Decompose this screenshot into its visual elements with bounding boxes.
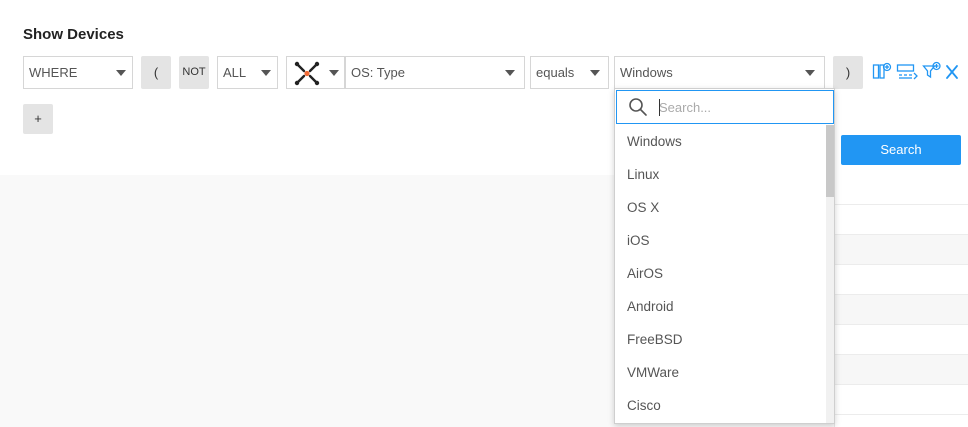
all-select[interactable]: ALL [217,56,278,89]
dropdown-option[interactable]: FreeBSD [615,323,826,356]
text-cursor [659,99,660,116]
where-select[interactable]: WHERE [23,56,133,89]
search-icon [629,98,647,116]
dropdown-option[interactable]: VMWare [615,356,826,389]
dropdown-options: Windows Linux OS X iOS AirOS Android Fre… [615,125,826,422]
dropdown-scrollbar[interactable] [826,125,834,423]
adapter-select[interactable] [286,56,345,89]
field-select-value: OS: Type [351,65,405,80]
search-placeholder: Search... [659,100,712,115]
results-table-edge [834,175,968,427]
all-select-value: ALL [223,65,247,80]
search-button[interactable]: Search [841,135,961,165]
page-title: Show Devices [23,26,124,43]
close-paren-button[interactable]: ) [833,56,863,89]
chevron-down-icon [329,70,339,76]
where-select-value: WHERE [29,65,78,80]
dropdown-search-input[interactable]: Search... [616,90,834,124]
chevron-down-icon [805,70,815,76]
dropdown-option[interactable]: Windows [615,125,826,158]
add-filter-icon[interactable] [922,61,942,86]
dropdown-option[interactable]: Linux [615,158,826,191]
nested-expression-icon[interactable] [896,61,918,86]
dropdown-option[interactable]: iOS [615,224,826,257]
open-paren-button[interactable]: ( [141,56,171,89]
operator-select-value: equals [536,65,575,80]
dropdown-option[interactable]: OS X [615,191,826,224]
dropdown-option[interactable]: Cisco [615,389,826,422]
chevron-down-icon [590,70,600,76]
operator-select[interactable]: equals [530,56,609,89]
chevron-down-icon [505,70,515,76]
add-condition-button[interactable]: + [23,104,53,134]
value-select-value: Windows [620,65,673,80]
column-filter-icon[interactable] [872,61,892,86]
chevron-down-icon [116,70,126,76]
remove-condition-icon[interactable] [944,62,960,85]
adapters-network-icon [294,61,320,86]
dropdown-option[interactable]: AirOS [615,257,826,290]
chevron-down-icon [261,70,271,76]
scrollbar-thumb[interactable] [826,125,834,197]
value-dropdown-menu: Search... Windows Linux OS X iOS AirOS A… [614,88,835,424]
field-select[interactable]: OS: Type [345,56,525,89]
dropdown-option[interactable]: Android [615,290,826,323]
not-button[interactable]: NOT [179,56,209,89]
value-select[interactable]: Windows [614,56,825,89]
